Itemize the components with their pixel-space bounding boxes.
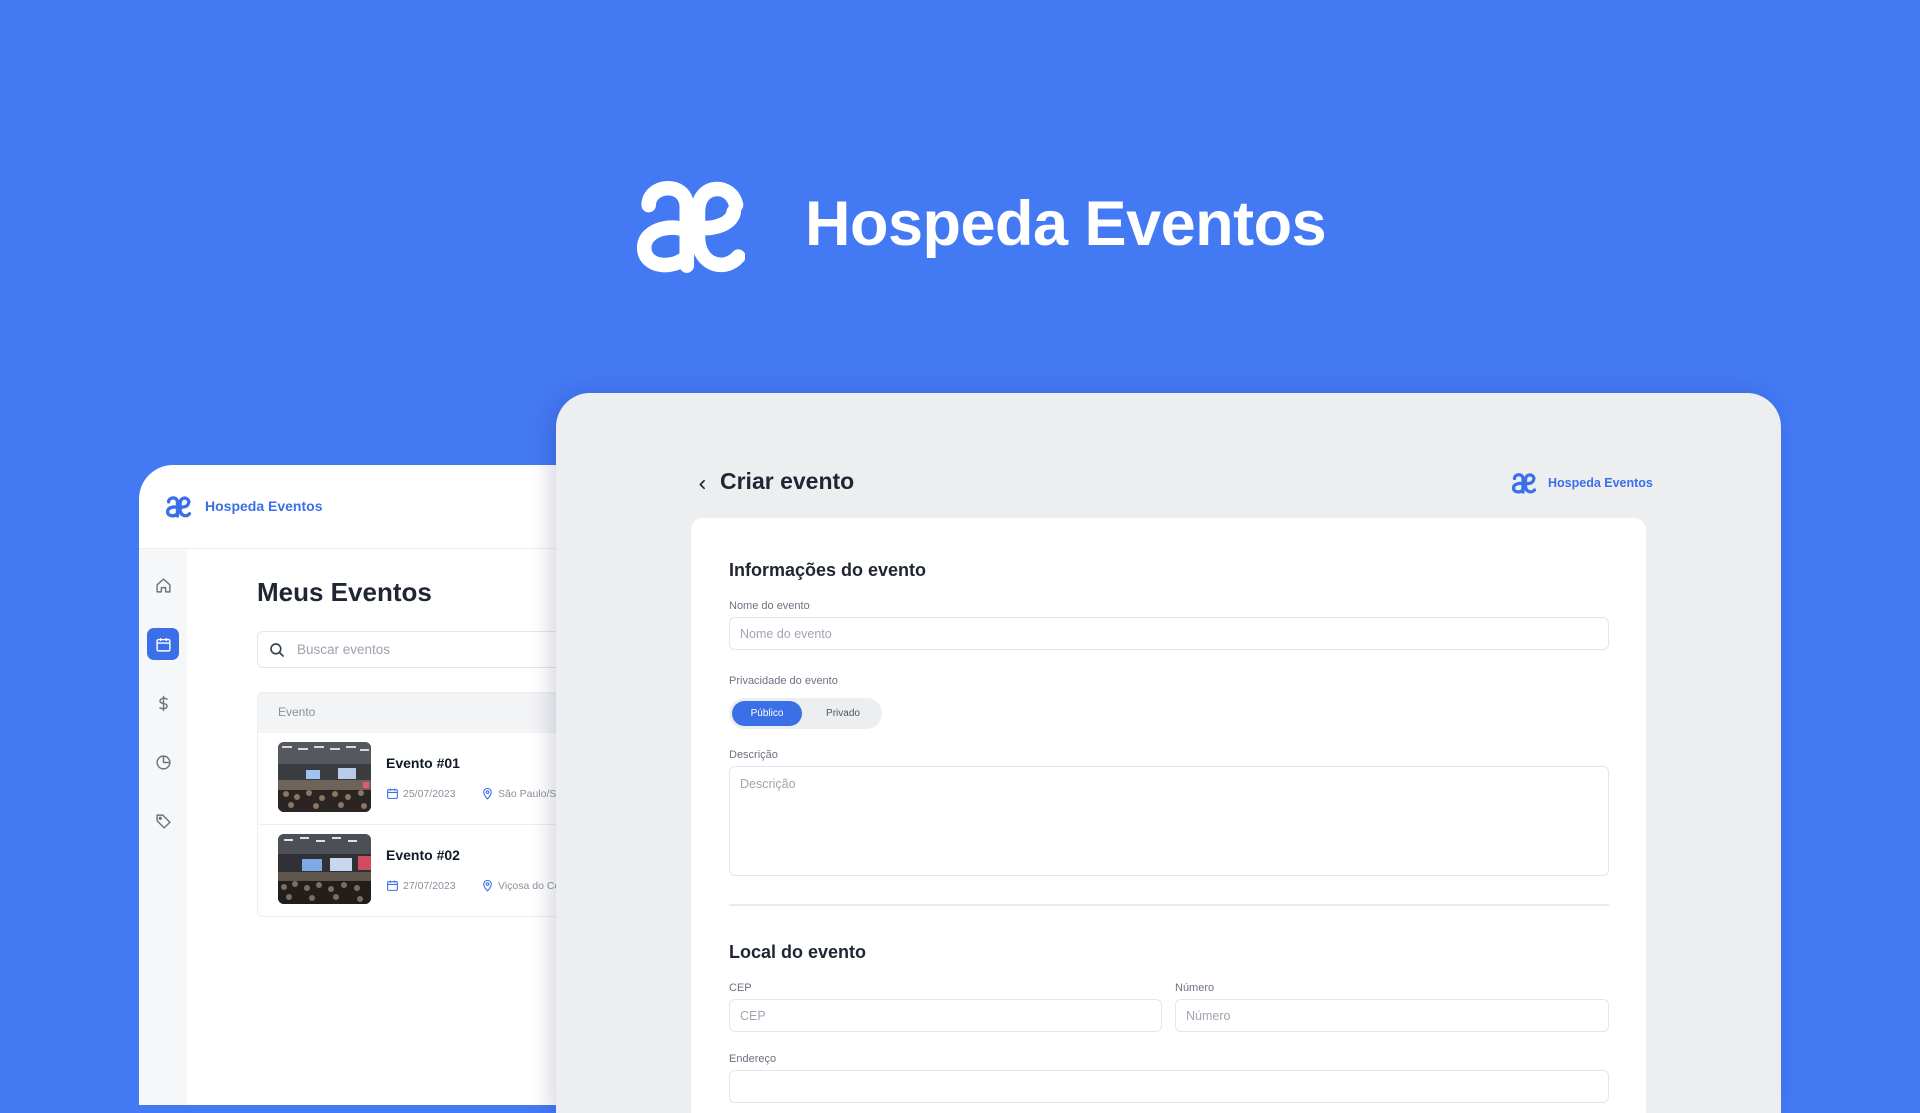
events-window: Hospeda Eventos Meus Eventos Buscar even… bbox=[139, 465, 599, 1105]
event-date: 27/07/2023 bbox=[386, 879, 456, 892]
table-row[interactable]: Evento #01 25/07/2023 São Paulo/S bbox=[258, 733, 599, 825]
map-pin-icon bbox=[483, 787, 492, 800]
calendar-icon bbox=[155, 637, 171, 652]
brand-name: Hospeda Eventos bbox=[1548, 475, 1653, 490]
section-divider bbox=[729, 904, 1609, 906]
hero-title: Hospeda Eventos bbox=[805, 189, 1327, 259]
number-label: Número bbox=[1175, 982, 1215, 994]
section-title-location: Local do evento bbox=[729, 942, 867, 962]
page-title: Criar evento bbox=[720, 468, 855, 494]
event-name: Evento #02 bbox=[386, 847, 460, 863]
sidebar bbox=[139, 549, 187, 1105]
address-input[interactable] bbox=[729, 1070, 1609, 1103]
search-input[interactable]: Buscar eventos bbox=[257, 631, 599, 668]
sidebar-item-tags[interactable] bbox=[147, 805, 179, 837]
hospeda-logo-icon bbox=[165, 496, 191, 518]
events-topbar: Hospeda Eventos bbox=[139, 465, 599, 549]
column-header-evento: Evento bbox=[278, 705, 316, 719]
event-name-input[interactable] bbox=[729, 617, 1609, 650]
events-table: Evento Evento #01 25/07/2023 São Paulo/S… bbox=[257, 692, 599, 917]
sidebar-item-events[interactable] bbox=[147, 628, 179, 660]
description-label: Descrição bbox=[729, 749, 778, 761]
hospeda-logo-icon bbox=[636, 181, 745, 273]
search-icon bbox=[270, 643, 284, 657]
brand: Hospeda Eventos bbox=[1511, 470, 1653, 495]
page-title: Meus Eventos bbox=[257, 577, 432, 607]
event-location: Viçosa do Ce bbox=[481, 879, 560, 892]
table-row[interactable]: Evento #02 27/07/2023 Viçosa do Ce bbox=[258, 825, 599, 916]
table-header: Evento bbox=[258, 693, 599, 733]
description-textarea[interactable] bbox=[729, 766, 1609, 876]
event-thumbnail bbox=[278, 834, 371, 904]
event-date-text: 27/07/2023 bbox=[403, 879, 456, 892]
event-thumbnail bbox=[278, 742, 371, 812]
brand-name: Hospeda Eventos bbox=[205, 498, 323, 514]
calendar-icon bbox=[387, 880, 398, 891]
sidebar-item-finance[interactable] bbox=[147, 687, 179, 719]
search-placeholder: Buscar eventos bbox=[297, 642, 391, 657]
event-location-text: Viçosa do Ce bbox=[498, 879, 561, 892]
tag-icon bbox=[155, 813, 171, 829]
dollar-icon bbox=[158, 695, 168, 711]
sidebar-item-home[interactable] bbox=[147, 569, 179, 601]
calendar-icon bbox=[387, 788, 398, 799]
create-event-form: Informações do evento Nome do evento Pri… bbox=[691, 518, 1646, 1113]
event-name-label: Nome do evento bbox=[729, 600, 810, 612]
event-name: Evento #01 bbox=[386, 755, 460, 771]
event-location: São Paulo/S bbox=[481, 787, 556, 800]
privacy-option-private[interactable]: Privado bbox=[807, 701, 879, 726]
event-date: 25/07/2023 bbox=[386, 787, 456, 800]
privacy-label: Privacidade do evento bbox=[729, 675, 838, 687]
number-input[interactable] bbox=[1175, 999, 1609, 1032]
sidebar-item-reports[interactable] bbox=[147, 746, 179, 778]
create-event-window: Criar evento Hospeda Eventos Informações… bbox=[556, 393, 1781, 1113]
map-pin-icon bbox=[483, 879, 492, 892]
section-title-info: Informações do evento bbox=[729, 560, 927, 580]
cep-label: CEP bbox=[729, 982, 752, 994]
chevron-left-icon bbox=[699, 479, 705, 489]
privacy-option-public[interactable]: Público bbox=[732, 701, 802, 726]
cep-input[interactable] bbox=[729, 999, 1162, 1032]
pie-chart-icon bbox=[155, 754, 171, 770]
event-location-text: São Paulo/S bbox=[498, 787, 557, 800]
event-date-text: 25/07/2023 bbox=[403, 787, 456, 800]
privacy-toggle: Público Privado bbox=[729, 698, 882, 729]
home-icon bbox=[155, 577, 171, 593]
back-button[interactable] bbox=[692, 474, 712, 494]
hospeda-logo-icon bbox=[1511, 473, 1536, 494]
address-label: Endereço bbox=[729, 1053, 777, 1065]
